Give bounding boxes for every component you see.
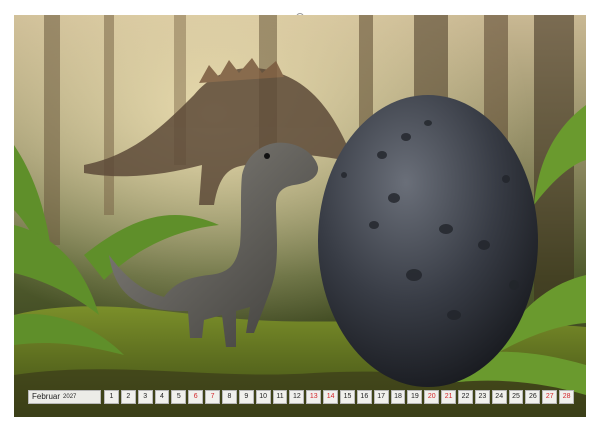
day-cell: 17 <box>373 390 389 404</box>
day-cell: 9 <box>238 390 254 404</box>
year-label: 2027 <box>63 394 77 400</box>
day-cell: 14 <box>323 390 339 404</box>
day-cell: 6 <box>188 390 204 404</box>
day-cell: 7 <box>205 390 221 404</box>
day-cell: 27 <box>542 390 558 404</box>
day-cell: 4 <box>154 390 170 404</box>
day-cell: 24 <box>491 390 507 404</box>
day-cell: 11 <box>272 390 288 404</box>
month-label-box: Februar 2027 <box>28 390 101 404</box>
dinosaur-forest-photo <box>14 15 586 417</box>
day-cell: 12 <box>289 390 305 404</box>
day-cell: 25 <box>508 390 524 404</box>
day-cell: 28 <box>559 390 575 404</box>
day-cell: 10 <box>255 390 271 404</box>
day-cell: 19 <box>407 390 423 404</box>
day-cell: 16 <box>356 390 372 404</box>
day-cell: 26 <box>525 390 541 404</box>
day-cell: 21 <box>441 390 457 404</box>
day-cell: 15 <box>340 390 355 404</box>
day-cell: 22 <box>458 390 473 404</box>
day-cell: 23 <box>474 390 490 404</box>
day-cell: 1 <box>104 390 119 404</box>
day-cell: 13 <box>306 390 322 404</box>
calendar-page: Februar 2027 1 2 3 4 5 6 7 8 9 10 11 12 13 14 15 16 17 18… <box>0 0 600 432</box>
day-cell: 20 <box>424 390 440 404</box>
day-cell: 3 <box>137 390 153 404</box>
day-cell: 2 <box>120 390 136 404</box>
day-cell: 5 <box>171 390 187 404</box>
calendar-strip: Februar 2027 1 2 3 4 5 6 7 8 9 10 11 12 13 14 15 16 17 18… <box>28 389 575 405</box>
day-cells: 1 2 3 4 5 6 7 8 9 10 11 12 13 14 15 16 17 18 19 20 21 22 23 24 2… <box>104 390 575 404</box>
day-cell: 18 <box>390 390 406 404</box>
month-name: Februar <box>32 392 61 401</box>
day-cell: 8 <box>222 390 237 404</box>
